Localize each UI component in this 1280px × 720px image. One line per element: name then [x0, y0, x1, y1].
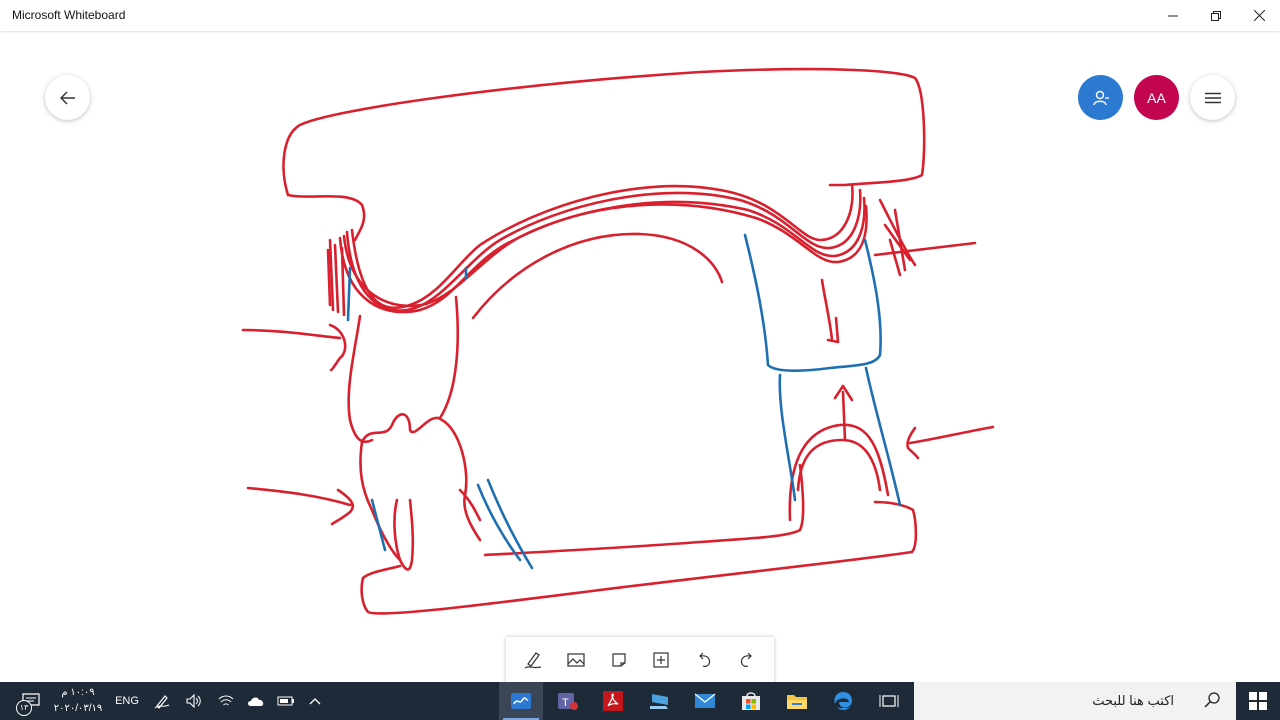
edge-app-icon	[834, 692, 852, 710]
search-placeholder: اكتب هنا للبحث	[1092, 693, 1174, 708]
minimize-icon	[1168, 15, 1178, 16]
arrow-left-icon	[59, 90, 75, 105]
notification-count: ١٣	[16, 700, 32, 716]
avatar-initials: AA	[1147, 89, 1166, 106]
taskbar-app-whiteboard[interactable]	[499, 682, 543, 720]
battery-icon	[277, 696, 294, 706]
volume-icon	[186, 694, 201, 708]
chevron-up-icon	[309, 698, 321, 705]
board-toolbar	[506, 637, 774, 683]
title-bar: Microsoft Whiteboard	[0, 0, 1280, 31]
clock-date: ٢٠٢٠/٠٣/١٩	[53, 703, 103, 714]
store-app-icon	[742, 692, 760, 710]
acrobat-app-icon	[603, 691, 623, 711]
clock[interactable]: ١٠:٠٩ م ٢٠٢٠/٠٣/١٩	[52, 685, 104, 717]
mail-app-icon	[694, 693, 716, 708]
onedrive-button[interactable]	[242, 682, 270, 720]
insert-image-button[interactable]	[561, 645, 591, 675]
windows-taskbar: ١٣ ١٠:٠٩ م ٢٠٢٠/٠٣/١٩ ENG T اكتب هنا للب…	[0, 682, 1280, 720]
pen-workspace-icon	[154, 695, 170, 709]
restore-icon	[1211, 10, 1221, 21]
cloud-icon	[248, 697, 264, 706]
action-center-button[interactable]: ١٣	[14, 682, 48, 720]
pen-tool-button[interactable]	[518, 645, 548, 675]
undo-icon	[699, 652, 711, 667]
task-view-button[interactable]	[867, 682, 911, 720]
hamburger-menu-icon	[1204, 92, 1221, 103]
whiteboard-app-icon	[511, 693, 531, 709]
windows-logo-icon	[1249, 692, 1267, 710]
pen-workspace-button[interactable]	[148, 682, 176, 720]
share-button[interactable]	[1078, 75, 1123, 120]
show-hidden-icons-button[interactable]	[302, 682, 328, 720]
add-icon	[653, 652, 669, 668]
connect-app-icon	[650, 694, 668, 709]
redo-button[interactable]	[732, 645, 762, 675]
start-button[interactable]	[1236, 682, 1280, 720]
taskbar-app-acrobat[interactable]	[591, 682, 635, 720]
taskbar-search-box[interactable]: اكتب هنا للبحث	[914, 682, 1236, 720]
taskbar-app-connect[interactable]	[637, 682, 681, 720]
teams-app-icon: T	[558, 693, 578, 710]
image-icon	[567, 653, 585, 667]
window-title: Microsoft Whiteboard	[12, 8, 126, 22]
taskbar-app-mail[interactable]	[683, 682, 727, 720]
whiteboard-canvas[interactable]	[0, 31, 1280, 682]
task-view-icon	[879, 695, 899, 707]
add-content-button[interactable]	[646, 645, 676, 675]
redo-icon	[740, 652, 752, 667]
close-button[interactable]	[1236, 0, 1280, 31]
taskbar-app-file-explorer[interactable]	[775, 682, 819, 720]
pen-icon	[524, 652, 542, 669]
blue-ink-strokes	[346, 233, 902, 570]
undo-button[interactable]	[689, 645, 719, 675]
folder-icon	[787, 695, 807, 709]
close-icon	[1253, 10, 1265, 21]
volume-button[interactable]	[180, 682, 208, 720]
wifi-icon	[218, 695, 234, 706]
taskbar-app-teams[interactable]: T	[545, 682, 589, 720]
person-add-icon	[1092, 90, 1109, 105]
user-avatar[interactable]: AA	[1134, 75, 1179, 120]
search-icon	[1204, 692, 1220, 708]
note-icon	[612, 653, 626, 667]
minimize-button[interactable]	[1150, 0, 1196, 31]
svg-text:T: T	[562, 697, 569, 709]
taskbar-app-edge[interactable]	[821, 682, 865, 720]
clock-time: ١٠:٠٩ م	[61, 687, 95, 698]
back-button[interactable]	[45, 75, 90, 120]
battery-button[interactable]	[272, 682, 300, 720]
settings-menu-button[interactable]	[1190, 75, 1235, 120]
input-language[interactable]: ENG	[110, 682, 144, 720]
sticky-note-button[interactable]	[604, 645, 634, 675]
taskbar-app-store[interactable]	[729, 682, 773, 720]
wifi-button[interactable]	[212, 682, 240, 720]
restore-button[interactable]	[1193, 0, 1239, 31]
